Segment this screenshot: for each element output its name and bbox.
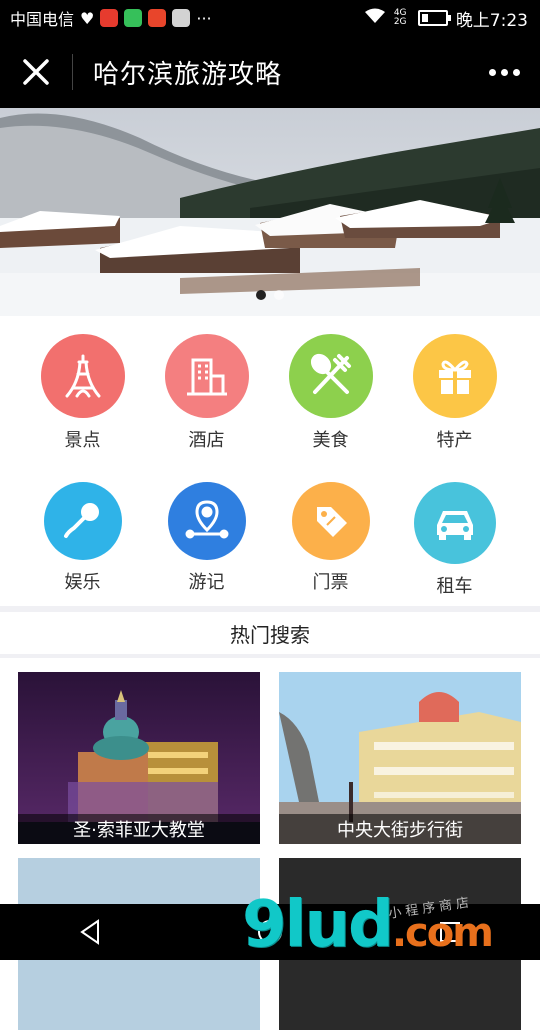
category-food[interactable]: 美食 bbox=[268, 334, 393, 452]
category-grid: 景点 酒店 美食 特产 娱乐 游记 门票 租车 bbox=[0, 316, 540, 606]
car-icon bbox=[413, 482, 496, 564]
category-label: 娱乐 bbox=[64, 572, 101, 593]
close-button[interactable] bbox=[0, 36, 72, 108]
category-entertainment[interactable]: 娱乐 bbox=[20, 482, 145, 594]
status-bar: 中国电信 ♥ ··· 4G 2G 晚上7:23 bbox=[0, 0, 540, 36]
ticket-tag-icon bbox=[291, 482, 370, 560]
clock-label: 晚上7:23 bbox=[455, 10, 528, 31]
carrier-label: 中国电信 bbox=[10, 10, 75, 29]
hot-search-title: 热门搜索 bbox=[0, 612, 540, 658]
more-dots-icon bbox=[488, 68, 520, 76]
browser-app-icon bbox=[148, 9, 167, 27]
title-bar: 哈尔滨旅游攻略 bbox=[0, 36, 540, 108]
category-scenic[interactable]: 景点 bbox=[20, 334, 145, 452]
page-title: 哈尔滨旅游攻略 bbox=[93, 59, 283, 90]
wifi-icon bbox=[364, 8, 386, 28]
close-icon bbox=[23, 59, 49, 85]
video-app-icon bbox=[124, 9, 143, 27]
category-car-rental[interactable]: 租车 bbox=[392, 482, 517, 598]
category-label: 游记 bbox=[188, 572, 225, 593]
network-type-label: 4G 2G bbox=[393, 8, 407, 27]
category-hotel[interactable]: 酒店 bbox=[144, 334, 269, 452]
tower-icon bbox=[40, 334, 125, 418]
card-caption: 圣·索菲亚大教堂 bbox=[18, 814, 260, 844]
heart-app-icon: ♥ bbox=[80, 8, 95, 28]
category-label: 酒店 bbox=[188, 430, 225, 451]
category-tickets[interactable]: 门票 bbox=[268, 482, 393, 594]
map-app-icon bbox=[172, 9, 191, 27]
carousel-dot-active[interactable] bbox=[256, 290, 266, 300]
category-label: 门票 bbox=[312, 572, 349, 593]
building-icon bbox=[164, 334, 249, 418]
recents-button[interactable] bbox=[420, 904, 480, 960]
category-travelogue[interactable]: 游记 bbox=[144, 482, 269, 594]
system-nav-bar bbox=[0, 904, 540, 960]
carousel-indicators bbox=[0, 290, 540, 300]
category-label: 美食 bbox=[312, 430, 349, 451]
map-pin-icon bbox=[167, 482, 246, 560]
battery-icon bbox=[417, 10, 451, 26]
microphone-icon bbox=[43, 482, 122, 560]
header-divider bbox=[72, 54, 73, 90]
category-label: 特产 bbox=[436, 430, 473, 451]
more-notifications-icon: ··· bbox=[196, 8, 212, 28]
back-button[interactable] bbox=[60, 904, 120, 960]
more-button[interactable] bbox=[468, 36, 540, 108]
back-triangle-icon bbox=[80, 919, 99, 945]
card-caption: 中央大街步行街 bbox=[279, 814, 521, 844]
gift-icon bbox=[412, 334, 497, 418]
category-label: 景点 bbox=[64, 430, 101, 451]
carousel-dot[interactable] bbox=[274, 290, 284, 300]
recents-square-icon bbox=[440, 922, 460, 942]
attraction-card[interactable]: 中央大街步行街 bbox=[279, 672, 521, 844]
banner-carousel[interactable] bbox=[0, 108, 540, 316]
fork-spoon-icon bbox=[288, 334, 373, 418]
category-label: 租车 bbox=[436, 576, 473, 597]
news-app-icon bbox=[100, 9, 119, 27]
home-button[interactable] bbox=[240, 904, 300, 960]
attraction-card[interactable]: 圣·索菲亚大教堂 bbox=[18, 672, 260, 844]
category-specialty[interactable]: 特产 bbox=[392, 334, 517, 452]
home-circle-icon bbox=[258, 920, 282, 944]
snow-village-photo bbox=[0, 108, 540, 316]
